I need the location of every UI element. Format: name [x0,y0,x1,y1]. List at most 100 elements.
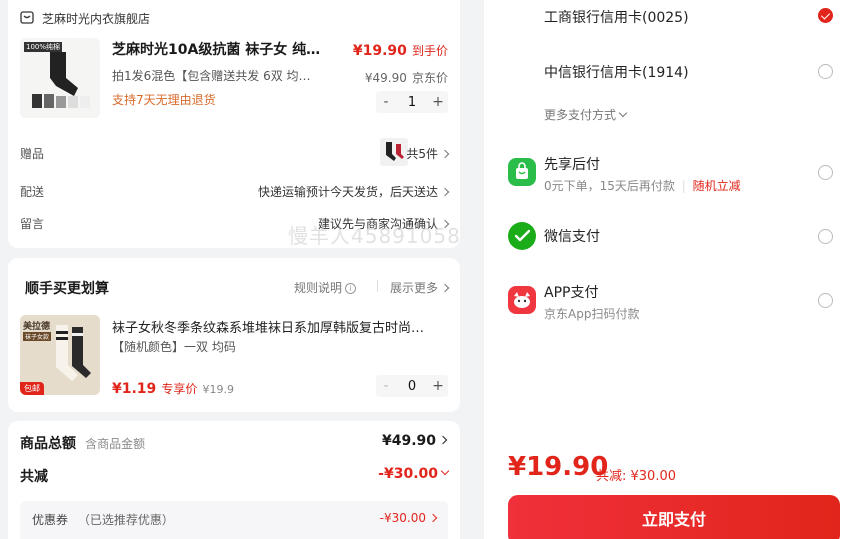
more-methods-link[interactable]: 更多支付方式 [544,106,628,123]
jd-dog-icon [514,292,530,308]
total-value: ¥49.90 [381,433,436,449]
summary-card: 商品总额 含商品金额 ¥49.90 共减 -¥30.00 优惠券 （已选推荐优惠… [8,421,460,539]
upsell-price-block: ¥1.19 专享价 ¥19.9 [112,378,234,397]
citic-radio[interactable] [818,64,833,79]
chevron-right-icon [440,283,450,292]
quantity-stepper: - 1 + [376,91,448,113]
delivery-row[interactable]: 快递运输预计今天发货，后天送达 [257,183,450,200]
pay-total: ¥19.90 [508,452,609,482]
discount-row[interactable]: -¥30.00 [378,466,450,482]
chevron-right-icon [438,435,448,445]
product-title[interactable]: 芝麻时光10A级抗菌 袜子女 纯… [112,39,322,59]
upsell-title: 顺手买更划算 [25,281,109,297]
total-label: 商品总额 [20,436,76,452]
free-shipping-badge: 包邮 [20,382,44,395]
chevron-right-icon [440,149,450,158]
gift-row[interactable]: 共5件 [406,145,450,162]
shop-name[interactable]: 芝麻时光内衣旗舰店 [42,10,150,27]
upsell-card: 顺手买更划算 规则说明 i 展示更多 美拉德 袜子女款 包邮 袜子女秋冬季条纹森系… [8,258,460,412]
total-value-row[interactable]: ¥49.90 [381,433,448,449]
order-column: 芝麻时光内衣旗舰店 100%纯棉 芝麻时光10A级抗菌 袜子女 纯… 拍1发6混… [0,0,468,539]
coupon-value-row: -¥30.00 [379,511,438,525]
payment-option-icbc[interactable]: 工商银行信用卡(0025) [544,7,689,27]
chevron-right-icon [440,187,450,196]
decrease-button[interactable]: - [376,94,396,110]
upsell-quantity-stepper: - 0 + [376,375,448,397]
wechat-icon [508,222,536,250]
message-label: 留言 [20,217,45,231]
info-icon: i [345,283,356,294]
divider [377,280,378,292]
gift-socks-image [380,138,408,166]
payment-option-citic[interactable]: 中信银行信用卡(1914) [544,62,689,82]
product-price-block: ¥19.90 到手价 [353,40,448,59]
product-card: 芝麻时光内衣旗舰店 100%纯棉 芝麻时光10A级抗菌 袜子女 纯… 拍1发6混… [8,0,460,248]
citic-label: 中信银行信用卡(1914) [544,65,689,81]
message-row[interactable]: 建议先与商家沟通确认 [317,215,450,232]
product-thumb-label: 100%纯棉 [24,42,63,52]
pay-saved: 共减: ¥30.00 [596,469,676,484]
chevron-right-icon [428,513,438,522]
wechat-pay-radio[interactable] [818,229,833,244]
chevron-down-icon [618,108,628,117]
upsell-thumb-sub: 袜子女款 [23,332,52,341]
coupon-value: -¥30.00 [379,511,426,525]
coupon-sub: （已选推荐优惠） [77,513,174,527]
upsell-price: ¥1.19 [112,381,157,397]
payment-panel: 工商银行信用卡(0025) 中信银行信用卡(1914) 更多支付方式 先享后付 … [484,0,849,539]
show-more-label: 展示更多 [389,281,438,295]
show-more-link[interactable]: 展示更多 [389,279,450,296]
store-icon [20,11,34,24]
coupon-box[interactable]: 优惠券 （已选推荐优惠） -¥30.00 [20,501,448,539]
pay-later-sub-row: 0元下单，15天后再付款 | 随机立减 [544,179,741,193]
discount-value: -¥30.00 [378,466,438,482]
delivery-label: 配送 [20,185,45,199]
pay-later-sub: 0元下单，15天后再付款 [544,179,675,193]
total-row-label: 商品总额 含商品金额 [20,433,145,453]
rules-label: 规则说明 [293,281,342,295]
upsell-price-tag: 专享价 [161,382,198,396]
wechat-pay-label[interactable]: 微信支付 [544,226,600,246]
product-spec[interactable]: 拍1发6混色【包含赠送共发 6双 均… [112,67,322,84]
pay-later-icon [508,158,536,186]
jd-price-label: 京东价 [411,71,448,85]
product-image[interactable]: 100%纯棉 [20,38,100,118]
coupon-label-group: 优惠券 （已选推荐优惠） [32,511,174,528]
increase-button[interactable]: + [428,94,448,110]
upsell-increase-button[interactable]: + [428,378,448,394]
message-placeholder: 建议先与商家沟通确认 [317,217,438,231]
delivery-value: 快递运输预计今天发货，后天送达 [257,185,438,199]
pay-now-button[interactable]: 立即支付 [508,495,840,539]
upsell-decrease-button[interactable]: - [376,378,396,394]
upsell-thumb-label: 美拉德 [23,322,51,332]
icbc-label: 工商银行信用卡(0025) [544,10,689,26]
coupon-label: 优惠券 [32,513,69,527]
upsell-item-spec[interactable]: 【随机颜色】一双 均码 [112,338,236,355]
jd-price: ¥49.90 [364,71,407,85]
more-methods-label: 更多支付方式 [544,108,617,122]
return-policy: 支持7天无理由退货 [112,93,216,107]
app-pay-icon [508,286,536,314]
pay-later-radio[interactable] [818,165,833,180]
jd-price-block: ¥49.90 京东价 [365,67,448,86]
gift-count: 共5件 [406,147,438,161]
rules-link[interactable]: 规则说明 i [294,279,356,296]
gift-label: 赠品 [20,147,45,161]
pay-later-label[interactable]: 先享后付 [544,154,600,174]
pay-later-promo: 随机立减 [692,179,741,193]
upsell-quantity-value[interactable]: 0 [396,379,428,394]
app-pay-label[interactable]: APP支付 [544,282,598,302]
upsell-orig-price: ¥19.9 [202,383,235,396]
discount-label: 共减 [20,469,48,485]
total-sub: 含商品金额 [85,437,146,451]
chevron-right-icon [440,219,450,228]
upsell-item-title[interactable]: 袜子女秋冬季条纹森系堆堆袜日系加厚韩版复古时尚… [112,317,448,336]
quantity-value[interactable]: 1 [396,95,428,110]
shopping-bag-icon [516,162,528,179]
product-price: ¥19.90 [352,43,407,59]
gift-image[interactable] [380,138,408,166]
wechat-pay-icon [508,222,536,250]
app-pay-radio[interactable] [818,293,833,308]
upsell-image[interactable]: 美拉德 袜子女款 包邮 [20,315,100,395]
icbc-radio[interactable] [818,8,833,23]
